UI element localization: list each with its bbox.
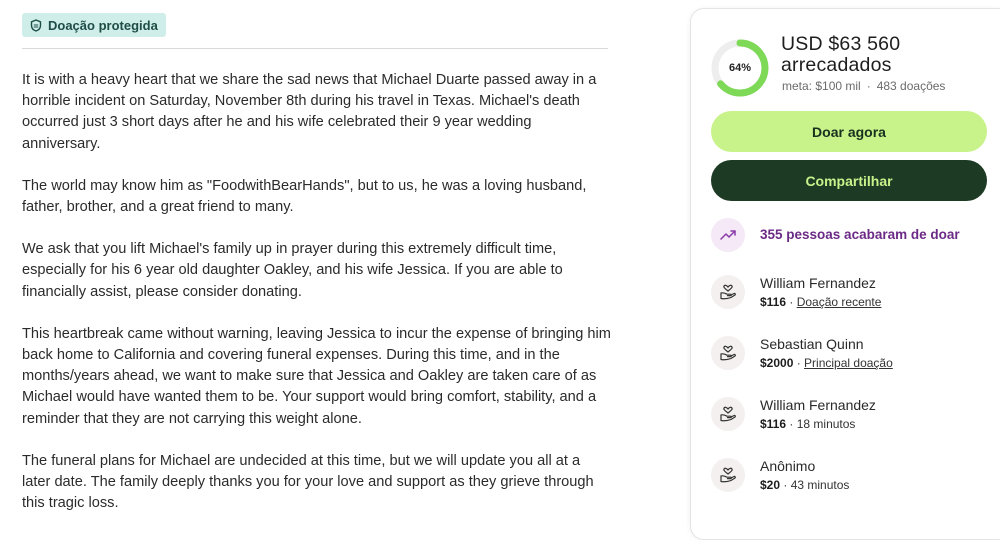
amount-raised-label: arrecadados — [781, 54, 892, 76]
recent-donation-link[interactable]: Doação recente — [797, 295, 882, 309]
donation-amount: $116 — [760, 417, 787, 431]
donate-now-button[interactable]: Doar agora — [711, 111, 987, 152]
donation-card: 64% USD $63 560 arrecadados meta: $100 m… — [690, 8, 1000, 540]
donation-time: 43 minutos — [790, 478, 850, 492]
progress-percent: 64% — [728, 62, 752, 74]
donor-item: William Fernandez $116 · Doação recente — [711, 275, 1000, 315]
badge-label: Doação protegida — [48, 17, 158, 33]
story-paragraph: It is with a heavy heart that we share t… — [22, 72, 597, 152]
donation-count: 483 doações — [876, 79, 946, 93]
donation-amount: $20 — [760, 478, 781, 492]
share-button[interactable]: Compartilhar — [711, 160, 987, 201]
donor-details: $2000 · Principal doação — [760, 356, 893, 370]
donation-amount: $116 — [760, 295, 787, 309]
goal-meta: meta: $100 mil · 483 doações — [782, 79, 945, 93]
donor-item: Sebastian Quinn $2000 · Principal doação — [711, 336, 1000, 376]
donor-details: $116 · 18 minutos — [760, 417, 856, 431]
trending-up-icon — [711, 218, 745, 252]
heart-hand-icon — [711, 336, 745, 370]
heart-hand-icon — [711, 397, 745, 431]
top-donation-link[interactable]: Principal doação — [804, 356, 893, 370]
donor-details: $116 · Doação recente — [760, 295, 882, 309]
amount-raised-value: USD $63 560 — [781, 33, 901, 55]
recent-activity: 355 pessoas acabaram de doar — [711, 218, 1000, 258]
donation-time: 18 minutos — [796, 417, 856, 431]
amount-raised: USD $63 560 arrecadados — [781, 34, 900, 76]
donor-name: Sebastian Quinn — [760, 336, 864, 352]
story-paragraph: The world may know him as "FoodwithBearH… — [22, 177, 587, 216]
donor-item: William Fernandez $116 · 18 minutos — [711, 397, 1000, 437]
donor-name: Anônimo — [760, 458, 816, 474]
story-text: It is with a heavy heart that we share t… — [22, 70, 612, 535]
heart-hand-icon — [711, 458, 745, 492]
divider — [22, 48, 608, 49]
donor-item: Anônimo $20 · 43 minutos — [711, 458, 1000, 498]
donation-amount: $2000 — [760, 356, 794, 370]
donor-name: William Fernandez — [760, 275, 876, 291]
heart-hand-icon — [711, 275, 745, 309]
recent-donors-text: 355 pessoas acabaram de doar — [760, 227, 960, 242]
protected-donation-badge: Doação protegida — [22, 13, 166, 37]
story-paragraph: We ask that you lift Michael's family up… — [22, 241, 563, 300]
separator-dot: · — [866, 79, 871, 93]
story-paragraph: This heartbreak came without warning, le… — [22, 325, 611, 427]
donor-name: William Fernandez — [760, 397, 876, 413]
story-paragraph: The funeral plans for Michael are undeci… — [22, 452, 594, 512]
shield-icon — [30, 18, 42, 32]
donor-details: $20 · 43 minutos — [760, 478, 850, 492]
goal-amount: meta: $100 mil — [782, 79, 861, 93]
